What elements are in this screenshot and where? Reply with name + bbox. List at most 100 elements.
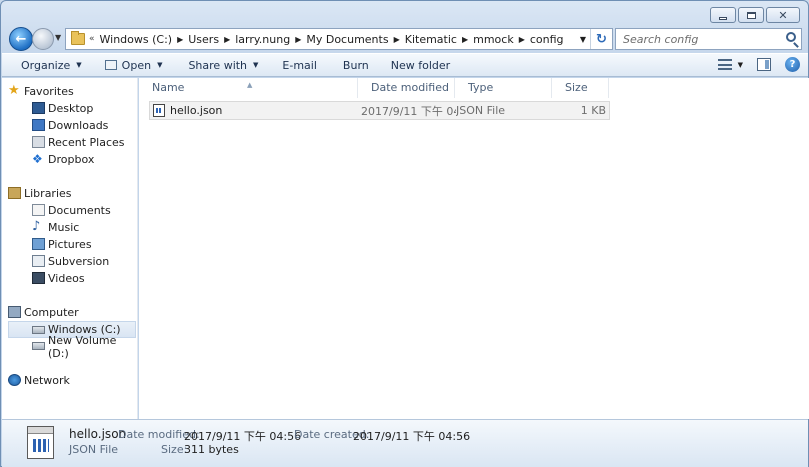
file-date-cell: 2017/9/11 下午 04:... (361, 104, 456, 118)
breadcrumb-item[interactable]: Windows (C:) (100, 33, 173, 46)
music-icon: ♪ (32, 219, 41, 234)
folder-icon (71, 31, 85, 45)
nav-item-music[interactable]: ♪ Music (2, 219, 137, 236)
recent-pages-dropdown[interactable]: ▼ (55, 33, 61, 42)
libraries-icon (8, 187, 21, 199)
nav-label: Computer (24, 306, 79, 319)
breadcrumb-separator-icon[interactable]: ▶ (519, 35, 525, 44)
column-headers: Name ▲ Date modified Type Size (139, 78, 609, 98)
back-button[interactable]: ← (9, 27, 33, 51)
nav-label: Music (48, 221, 80, 234)
column-header-date[interactable]: Date modified (358, 78, 455, 98)
open-label: Open (121, 58, 152, 72)
file-row[interactable]: hello.json 2017/9/11 下午 04:... JSON File… (149, 101, 610, 120)
breadcrumb-item[interactable]: larry.nung (235, 33, 290, 46)
refresh-button[interactable]: ↻ (590, 29, 612, 49)
close-icon: ✕ (778, 8, 788, 22)
desktop-icon (32, 102, 45, 114)
nav-network[interactable]: Network (2, 372, 137, 389)
nav-computer[interactable]: Computer (2, 304, 137, 321)
breadcrumb-separator-icon[interactable]: ▶ (177, 35, 183, 44)
nav-label: Downloads (48, 119, 109, 132)
column-header-type[interactable]: Type (455, 78, 552, 98)
breadcrumb-overflow[interactable]: « (89, 34, 95, 44)
breadcrumb-separator-icon[interactable]: ▶ (394, 35, 400, 44)
nav-label: Libraries (24, 187, 72, 200)
nav-label: Dropbox (48, 153, 95, 166)
breadcrumb-item[interactable]: My Documents (306, 33, 388, 46)
minimize-button[interactable] (710, 7, 736, 23)
nav-label: Subversion (48, 255, 110, 268)
nav-label: Pictures (48, 238, 92, 251)
share-with-label: Share with (188, 58, 248, 72)
dropbox-icon: ❖ (32, 152, 43, 166)
chevron-down-icon: ▼ (157, 61, 163, 69)
address-bar[interactable]: « Windows (C:) ▶ Users ▶ larry.nung ▶ My… (65, 28, 613, 50)
nav-item-pictures[interactable]: Pictures (2, 236, 137, 253)
application-icon (104, 60, 117, 70)
search-icon[interactable] (786, 32, 796, 42)
share-with-button[interactable]: Share with ▼ (172, 53, 268, 77)
details-pane: hello.json JSON File Date modified: 2017… (2, 419, 808, 467)
maximize-button[interactable] (738, 7, 764, 23)
change-view-button[interactable]: ▼ (717, 59, 743, 70)
file-name-cell: hello.json (150, 104, 359, 117)
explorer-window: ✕ ← ▼ « Windows (C:) ▶ Users ▶ larry.nun… (0, 0, 809, 467)
nav-item-dropbox[interactable]: ❖ Dropbox (2, 151, 137, 168)
new-folder-label: New folder (390, 58, 451, 72)
chevron-down-icon: ▼ (737, 60, 743, 69)
search-box (615, 28, 802, 50)
videos-icon (32, 272, 45, 284)
nav-item-documents[interactable]: Documents (2, 202, 137, 219)
subversion-icon (32, 255, 45, 267)
nav-label: Videos (48, 272, 85, 285)
address-history-dropdown[interactable]: ▼ (580, 35, 586, 44)
breadcrumb-separator-icon[interactable]: ▶ (295, 35, 301, 44)
sort-ascending-icon: ▲ (247, 81, 253, 89)
breadcrumb-item[interactable]: config (530, 33, 564, 46)
new-folder-button[interactable]: New folder (379, 53, 460, 77)
nav-item-new-volume-d[interactable]: New Volume (D:) (2, 334, 137, 360)
navigation-row: ← ▼ « Windows (C:) ▶ Users ▶ larry.nung … (9, 27, 802, 51)
navigation-pane: ★ Favorites Desktop Downloads Recent Pla… (2, 78, 138, 419)
breadcrumb-separator-icon[interactable]: ▶ (224, 35, 230, 44)
chevron-down-icon: ▼ (253, 61, 259, 69)
column-header-name[interactable]: Name ▲ (139, 78, 358, 98)
nav-item-videos[interactable]: Videos (2, 270, 137, 287)
file-list: Name ▲ Date modified Type Size hello.jso… (139, 78, 809, 419)
drive-icon (32, 342, 45, 350)
view-controls: ▼ ? (717, 57, 800, 72)
search-input[interactable] (616, 29, 776, 49)
computer-icon (8, 306, 21, 318)
organize-button[interactable]: Organize ▼ (2, 53, 92, 77)
nav-item-downloads[interactable]: Downloads (2, 117, 137, 134)
forward-button[interactable] (32, 28, 54, 50)
breadcrumb-item[interactable]: mmock (473, 33, 514, 46)
details-file-type: JSON File (69, 443, 119, 456)
breadcrumb-item[interactable]: Kitematic (405, 33, 457, 46)
date-modified-value: 2017/9/11 下午 04:56 (184, 430, 302, 443)
breadcrumb-separator-icon[interactable]: ▶ (462, 35, 468, 44)
back-arrow-icon: ← (15, 31, 27, 47)
nav-libraries[interactable]: Libraries (2, 185, 137, 202)
close-button[interactable]: ✕ (766, 7, 800, 23)
burn-button[interactable]: Burn (327, 53, 379, 77)
nav-item-recent-places[interactable]: Recent Places (2, 134, 137, 151)
star-icon: ★ (8, 83, 20, 98)
maximize-icon (746, 11, 756, 19)
column-header-label: Name (152, 81, 185, 94)
preview-pane-icon[interactable] (757, 58, 771, 71)
pictures-icon (32, 238, 45, 250)
nav-item-desktop[interactable]: Desktop (2, 100, 137, 117)
minimize-icon (719, 16, 727, 20)
breadcrumb-item[interactable]: Users (188, 33, 219, 46)
nav-label: Desktop (48, 102, 94, 115)
column-header-size[interactable]: Size (552, 78, 609, 98)
size-value: 311 bytes (184, 443, 239, 456)
nav-favorites[interactable]: ★ Favorites (2, 83, 137, 100)
help-icon[interactable]: ? (785, 57, 800, 72)
open-button[interactable]: Open ▼ (92, 53, 173, 77)
nav-item-subversion[interactable]: Subversion (2, 253, 137, 270)
email-button[interactable]: E-mail (268, 53, 327, 77)
date-created-value: 2017/9/11 下午 04:56 (353, 430, 471, 443)
